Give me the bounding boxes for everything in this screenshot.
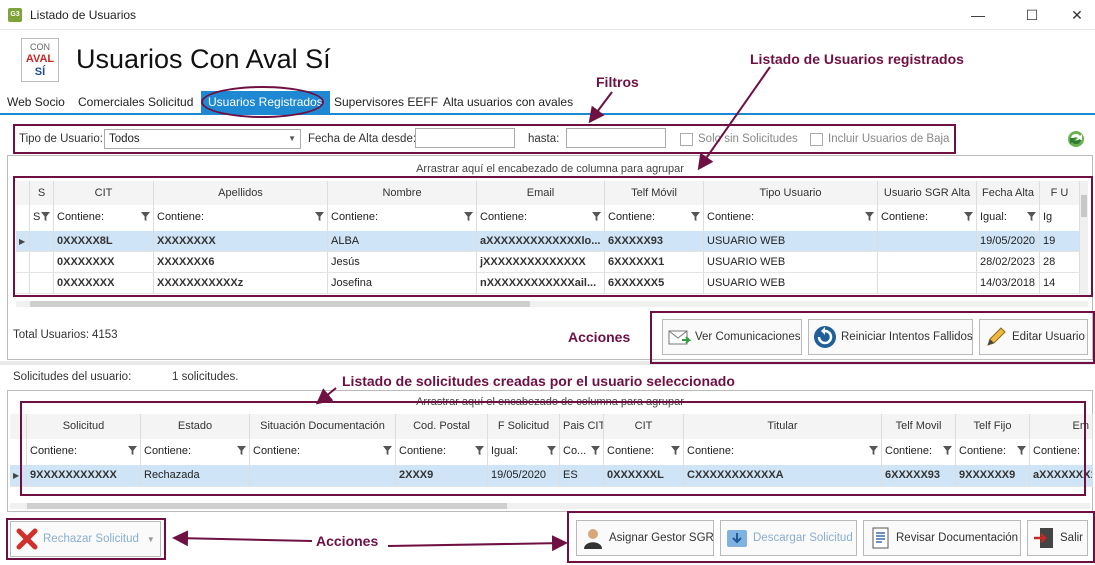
annotation-requests-box	[20, 401, 1086, 496]
tab-supervisores-eeff[interactable]: Supervisores EEFF	[327, 91, 445, 113]
solicitudes-count: 1 solicitudes.	[172, 371, 239, 383]
scroll-thumb[interactable]	[30, 301, 530, 307]
logo: CON AVAL SÍ	[21, 38, 59, 82]
annotation-acciones-top: Acciones	[568, 329, 631, 345]
refresh-icon[interactable]	[1065, 128, 1087, 150]
annotation-tab-ellipse	[201, 86, 324, 118]
logo-line1: CON	[30, 42, 50, 52]
tab-web-socio[interactable]: Web Socio	[0, 91, 72, 113]
page-title: Usuarios Con Aval Sí	[76, 44, 331, 74]
annotation-bottom-actions-box	[567, 511, 1095, 563]
annotation-top-actions-box	[650, 311, 1095, 364]
annotation-users-grid-box	[13, 176, 1093, 297]
total-usuarios-label: Total Usuarios:	[13, 329, 90, 341]
annotation-listado-solicitudes: Listado de solicitudes creadas por el us…	[342, 373, 735, 389]
annotation-filtros: Filtros	[596, 74, 639, 90]
users-horizontal-scrollbar[interactable]	[16, 301, 1088, 307]
solicitudes-usuario-label: Solicitudes del usuario:	[13, 371, 132, 383]
row-pointer-icon: ▶	[13, 471, 20, 480]
total-usuarios-value: 4153	[92, 329, 118, 341]
title-bar: G3 Listado de Usuarios — ☐ ✕	[0, 0, 1095, 30]
arrow-acciones-right	[387, 535, 568, 552]
annotation-filters-box	[13, 124, 956, 154]
logo-line2: AVAL	[25, 53, 55, 65]
tab-comerciales-solicitud[interactable]: Comerciales Solicitud	[71, 91, 200, 113]
window-title: Listado de Usuarios	[30, 8, 137, 22]
annotation-reject-box	[6, 518, 166, 560]
minimize-button[interactable]: —	[955, 0, 1001, 30]
users-group-hint: Arrastrar aquí el encabezado de columna …	[416, 163, 684, 175]
close-button[interactable]: ✕	[1054, 0, 1095, 30]
tab-alta-usuarios-con-avales[interactable]: Alta usuarios con avales	[436, 91, 580, 113]
scroll-thumb[interactable]	[27, 503, 507, 509]
annotation-acciones-bottom: Acciones	[316, 533, 379, 549]
app-icon: G3	[8, 8, 22, 22]
arrow-acciones-left	[172, 530, 313, 547]
logo-line3: SÍ	[34, 66, 46, 78]
maximize-button[interactable]: ☐	[1009, 0, 1055, 30]
annotation-listado-usuarios: Listado de Usuarios registrados	[750, 51, 964, 67]
tab-bar: Web Socio Comerciales Solicitud Usuarios…	[0, 91, 1095, 115]
requests-horizontal-scrollbar[interactable]	[10, 503, 1090, 509]
